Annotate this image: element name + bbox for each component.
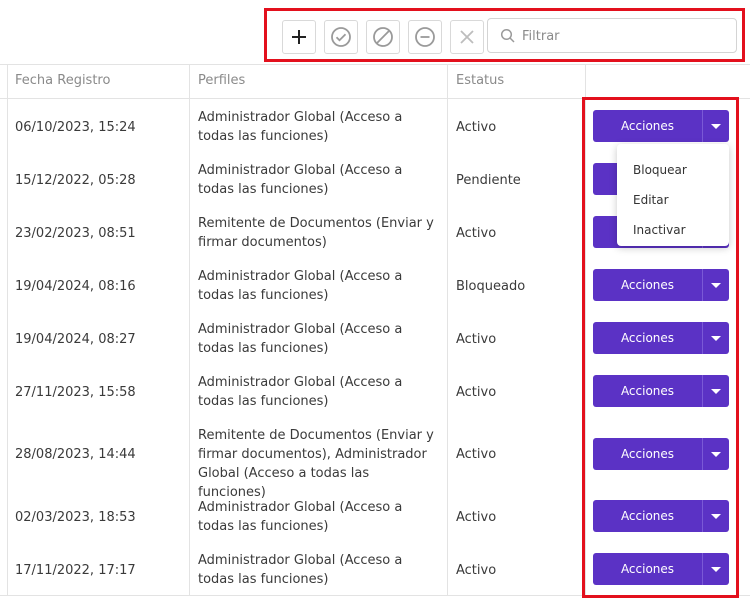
approve-button[interactable]	[324, 20, 358, 54]
cell-estatus: Activo	[456, 226, 497, 241]
header-estatus[interactable]: Estatus	[456, 73, 504, 88]
cell-perfiles: Administrador Global (Acceso a todas las…	[198, 375, 403, 409]
column-divider	[7, 64, 8, 596]
cell-estatus: Activo	[456, 332, 497, 347]
search-input[interactable]	[520, 25, 720, 47]
cell-perfiles: Administrador Global (Acceso a todas las…	[198, 269, 403, 303]
search-icon	[500, 28, 515, 43]
cell-estatus: Activo	[456, 510, 497, 525]
plus-icon	[292, 30, 306, 44]
cell-perfiles: Administrador Global (Acceso a todas las…	[198, 500, 403, 534]
header-perfiles[interactable]: Perfiles	[198, 73, 245, 88]
ban-icon	[373, 27, 393, 47]
actions-column-highlight	[582, 97, 739, 598]
cell-fecha: 28/08/2023, 14:44	[15, 447, 136, 462]
check-circle-icon	[331, 27, 351, 47]
cell-estatus: Activo	[456, 447, 497, 462]
toolbar	[264, 8, 745, 62]
add-button[interactable]	[282, 20, 316, 54]
cell-perfiles: Administrador Global (Acceso a todas las…	[198, 322, 403, 356]
cell-estatus: Activo	[456, 120, 497, 135]
cell-perfiles: Administrador Global (Acceso a todas las…	[198, 110, 403, 144]
cell-estatus: Pendiente	[456, 173, 521, 188]
cell-fecha: 19/04/2024, 08:27	[15, 332, 136, 347]
cell-fecha: 15/12/2022, 05:28	[15, 173, 136, 188]
minus-circle-icon	[415, 27, 435, 47]
close-icon	[460, 30, 474, 44]
block-button[interactable]	[366, 20, 400, 54]
cell-perfiles: Administrador Global (Acceso a todas las…	[198, 163, 403, 197]
cell-fecha: 27/11/2023, 15:58	[15, 385, 136, 400]
cell-estatus: Bloqueado	[456, 279, 526, 294]
cell-fecha: 17/11/2022, 17:17	[15, 563, 136, 578]
column-divider	[447, 64, 448, 596]
column-divider	[189, 64, 190, 596]
cell-perfiles: Remitente de Documentos (Enviar y firmar…	[198, 428, 434, 500]
cell-fecha: 06/10/2023, 15:24	[15, 120, 136, 135]
table-top-border	[0, 64, 750, 65]
search-box	[487, 18, 737, 53]
deactivate-button[interactable]	[408, 20, 442, 54]
cell-estatus: Activo	[456, 385, 497, 400]
cell-fecha: 23/02/2023, 08:51	[15, 226, 136, 241]
cell-fecha: 19/04/2024, 08:16	[15, 279, 136, 294]
delete-button[interactable]	[450, 20, 484, 54]
cell-fecha: 02/03/2023, 18:53	[15, 510, 136, 525]
cell-perfiles: Remitente de Documentos (Enviar y firmar…	[198, 216, 434, 250]
cell-estatus: Activo	[456, 563, 497, 578]
cell-perfiles: Administrador Global (Acceso a todas las…	[198, 553, 403, 587]
header-fecha-registro[interactable]: Fecha Registro	[15, 73, 110, 88]
